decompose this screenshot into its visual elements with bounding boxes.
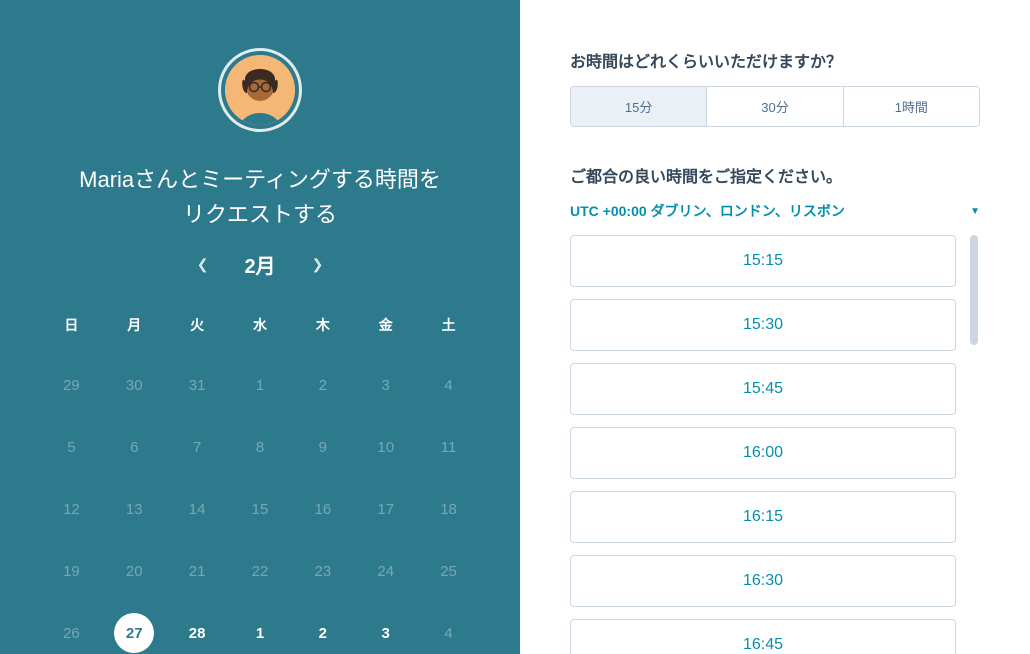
calendar-day: 26 bbox=[40, 613, 103, 653]
title-line-2: リクエストする bbox=[79, 197, 441, 232]
calendar-day: 19 bbox=[40, 551, 103, 591]
timezone-label[interactable]: UTC +00:00 ダブリン、ロンドン、リスボン bbox=[570, 201, 845, 221]
month-label: 2月 bbox=[244, 250, 275, 279]
duration-option[interactable]: 1時間 bbox=[843, 87, 979, 126]
avatar-image bbox=[225, 55, 295, 125]
calendar-day: 12 bbox=[40, 489, 103, 529]
scrollbar-thumb[interactable] bbox=[970, 235, 978, 345]
calendar-day[interactable]: 3 bbox=[354, 613, 417, 653]
calendar-day[interactable]: 1 bbox=[229, 613, 292, 653]
calendar-day: 22 bbox=[229, 551, 292, 591]
calendar-day: 4 bbox=[417, 365, 480, 405]
time-slot[interactable]: 16:15 bbox=[570, 491, 956, 543]
time-slot[interactable]: 16:00 bbox=[570, 427, 956, 479]
calendar-day: 21 bbox=[166, 551, 229, 591]
calendar-day: 3 bbox=[354, 365, 417, 405]
calendar-day: 14 bbox=[166, 489, 229, 529]
chevron-down-icon[interactable]: ▼ bbox=[970, 206, 980, 217]
calendar-panel: Mariaさんとミーティングする時間を リクエストする ❮ 2月 ❯ 日月火水木… bbox=[0, 0, 520, 654]
duration-selector: 15分30分1時間 bbox=[570, 86, 980, 127]
time-slot[interactable]: 16:30 bbox=[570, 555, 956, 607]
scrollbar-track[interactable] bbox=[970, 235, 978, 654]
calendar-day[interactable]: 2 bbox=[291, 613, 354, 653]
calendar-day: 4 bbox=[417, 613, 480, 653]
title-line-1: Mariaさんとミーティングする時間を bbox=[79, 162, 441, 197]
calendar-day[interactable]: 27 bbox=[103, 613, 166, 653]
calendar-day: 9 bbox=[291, 427, 354, 467]
duration-option[interactable]: 30分 bbox=[706, 87, 842, 126]
timezone-selector[interactable]: UTC +00:00 ダブリン、ロンドン、リスボン ▼ bbox=[570, 201, 980, 221]
calendar-day: 7 bbox=[166, 427, 229, 467]
calendar-day: 8 bbox=[229, 427, 292, 467]
dow-header: 水 bbox=[229, 315, 292, 343]
time-slot[interactable]: 15:30 bbox=[570, 299, 956, 351]
page-title: Mariaさんとミーティングする時間を リクエストする bbox=[79, 162, 441, 232]
calendar-day: 11 bbox=[417, 427, 480, 467]
calendar-day: 17 bbox=[354, 489, 417, 529]
duration-prompt: お時間はどれくらいいただけますか？ bbox=[570, 48, 980, 72]
avatar bbox=[218, 48, 302, 132]
calendar-day: 23 bbox=[291, 551, 354, 591]
dow-header: 月 bbox=[103, 315, 166, 343]
calendar-day: 2 bbox=[291, 365, 354, 405]
calendar-day: 16 bbox=[291, 489, 354, 529]
next-month-button[interactable]: ❯ bbox=[304, 252, 332, 277]
calendar-day: 5 bbox=[40, 427, 103, 467]
calendar-day[interactable]: 28 bbox=[166, 613, 229, 653]
time-slot[interactable]: 15:45 bbox=[570, 363, 956, 415]
time-selection-panel: お時間はどれくらいいただけますか？ 15分30分1時間 ご都合の良い時間をご指定… bbox=[520, 0, 1030, 654]
calendar-day: 25 bbox=[417, 551, 480, 591]
time-slot[interactable]: 16:45 bbox=[570, 619, 956, 654]
calendar-day: 13 bbox=[103, 489, 166, 529]
dow-header: 日 bbox=[40, 315, 103, 343]
duration-option[interactable]: 15分 bbox=[571, 87, 706, 126]
calendar-day: 20 bbox=[103, 551, 166, 591]
calendar-day: 24 bbox=[354, 551, 417, 591]
dow-header: 金 bbox=[354, 315, 417, 343]
prev-month-button[interactable]: ❮ bbox=[189, 252, 217, 277]
calendar-day: 18 bbox=[417, 489, 480, 529]
time-slot-container: 15:15 15:30 15:45 16:00 16:15 16:30 16:45 bbox=[570, 235, 980, 654]
calendar-day: 15 bbox=[229, 489, 292, 529]
calendar-day: 1 bbox=[229, 365, 292, 405]
dow-header: 土 bbox=[417, 315, 480, 343]
dow-header: 木 bbox=[291, 315, 354, 343]
calendar-grid: 日月火水木金土293031123456789101112131415161718… bbox=[40, 315, 480, 653]
calendar-day: 31 bbox=[166, 365, 229, 405]
time-prompt: ご都合の良い時間をご指定ください。 bbox=[570, 163, 980, 187]
calendar-day: 10 bbox=[354, 427, 417, 467]
calendar-day: 29 bbox=[40, 365, 103, 405]
month-navigator: ❮ 2月 ❯ bbox=[189, 250, 332, 279]
calendar-day: 30 bbox=[103, 365, 166, 405]
calendar-day: 6 bbox=[103, 427, 166, 467]
time-slot-list[interactable]: 15:15 15:30 15:45 16:00 16:15 16:30 16:45 bbox=[570, 235, 980, 654]
dow-header: 火 bbox=[166, 315, 229, 343]
time-slot[interactable]: 15:15 bbox=[570, 235, 956, 287]
